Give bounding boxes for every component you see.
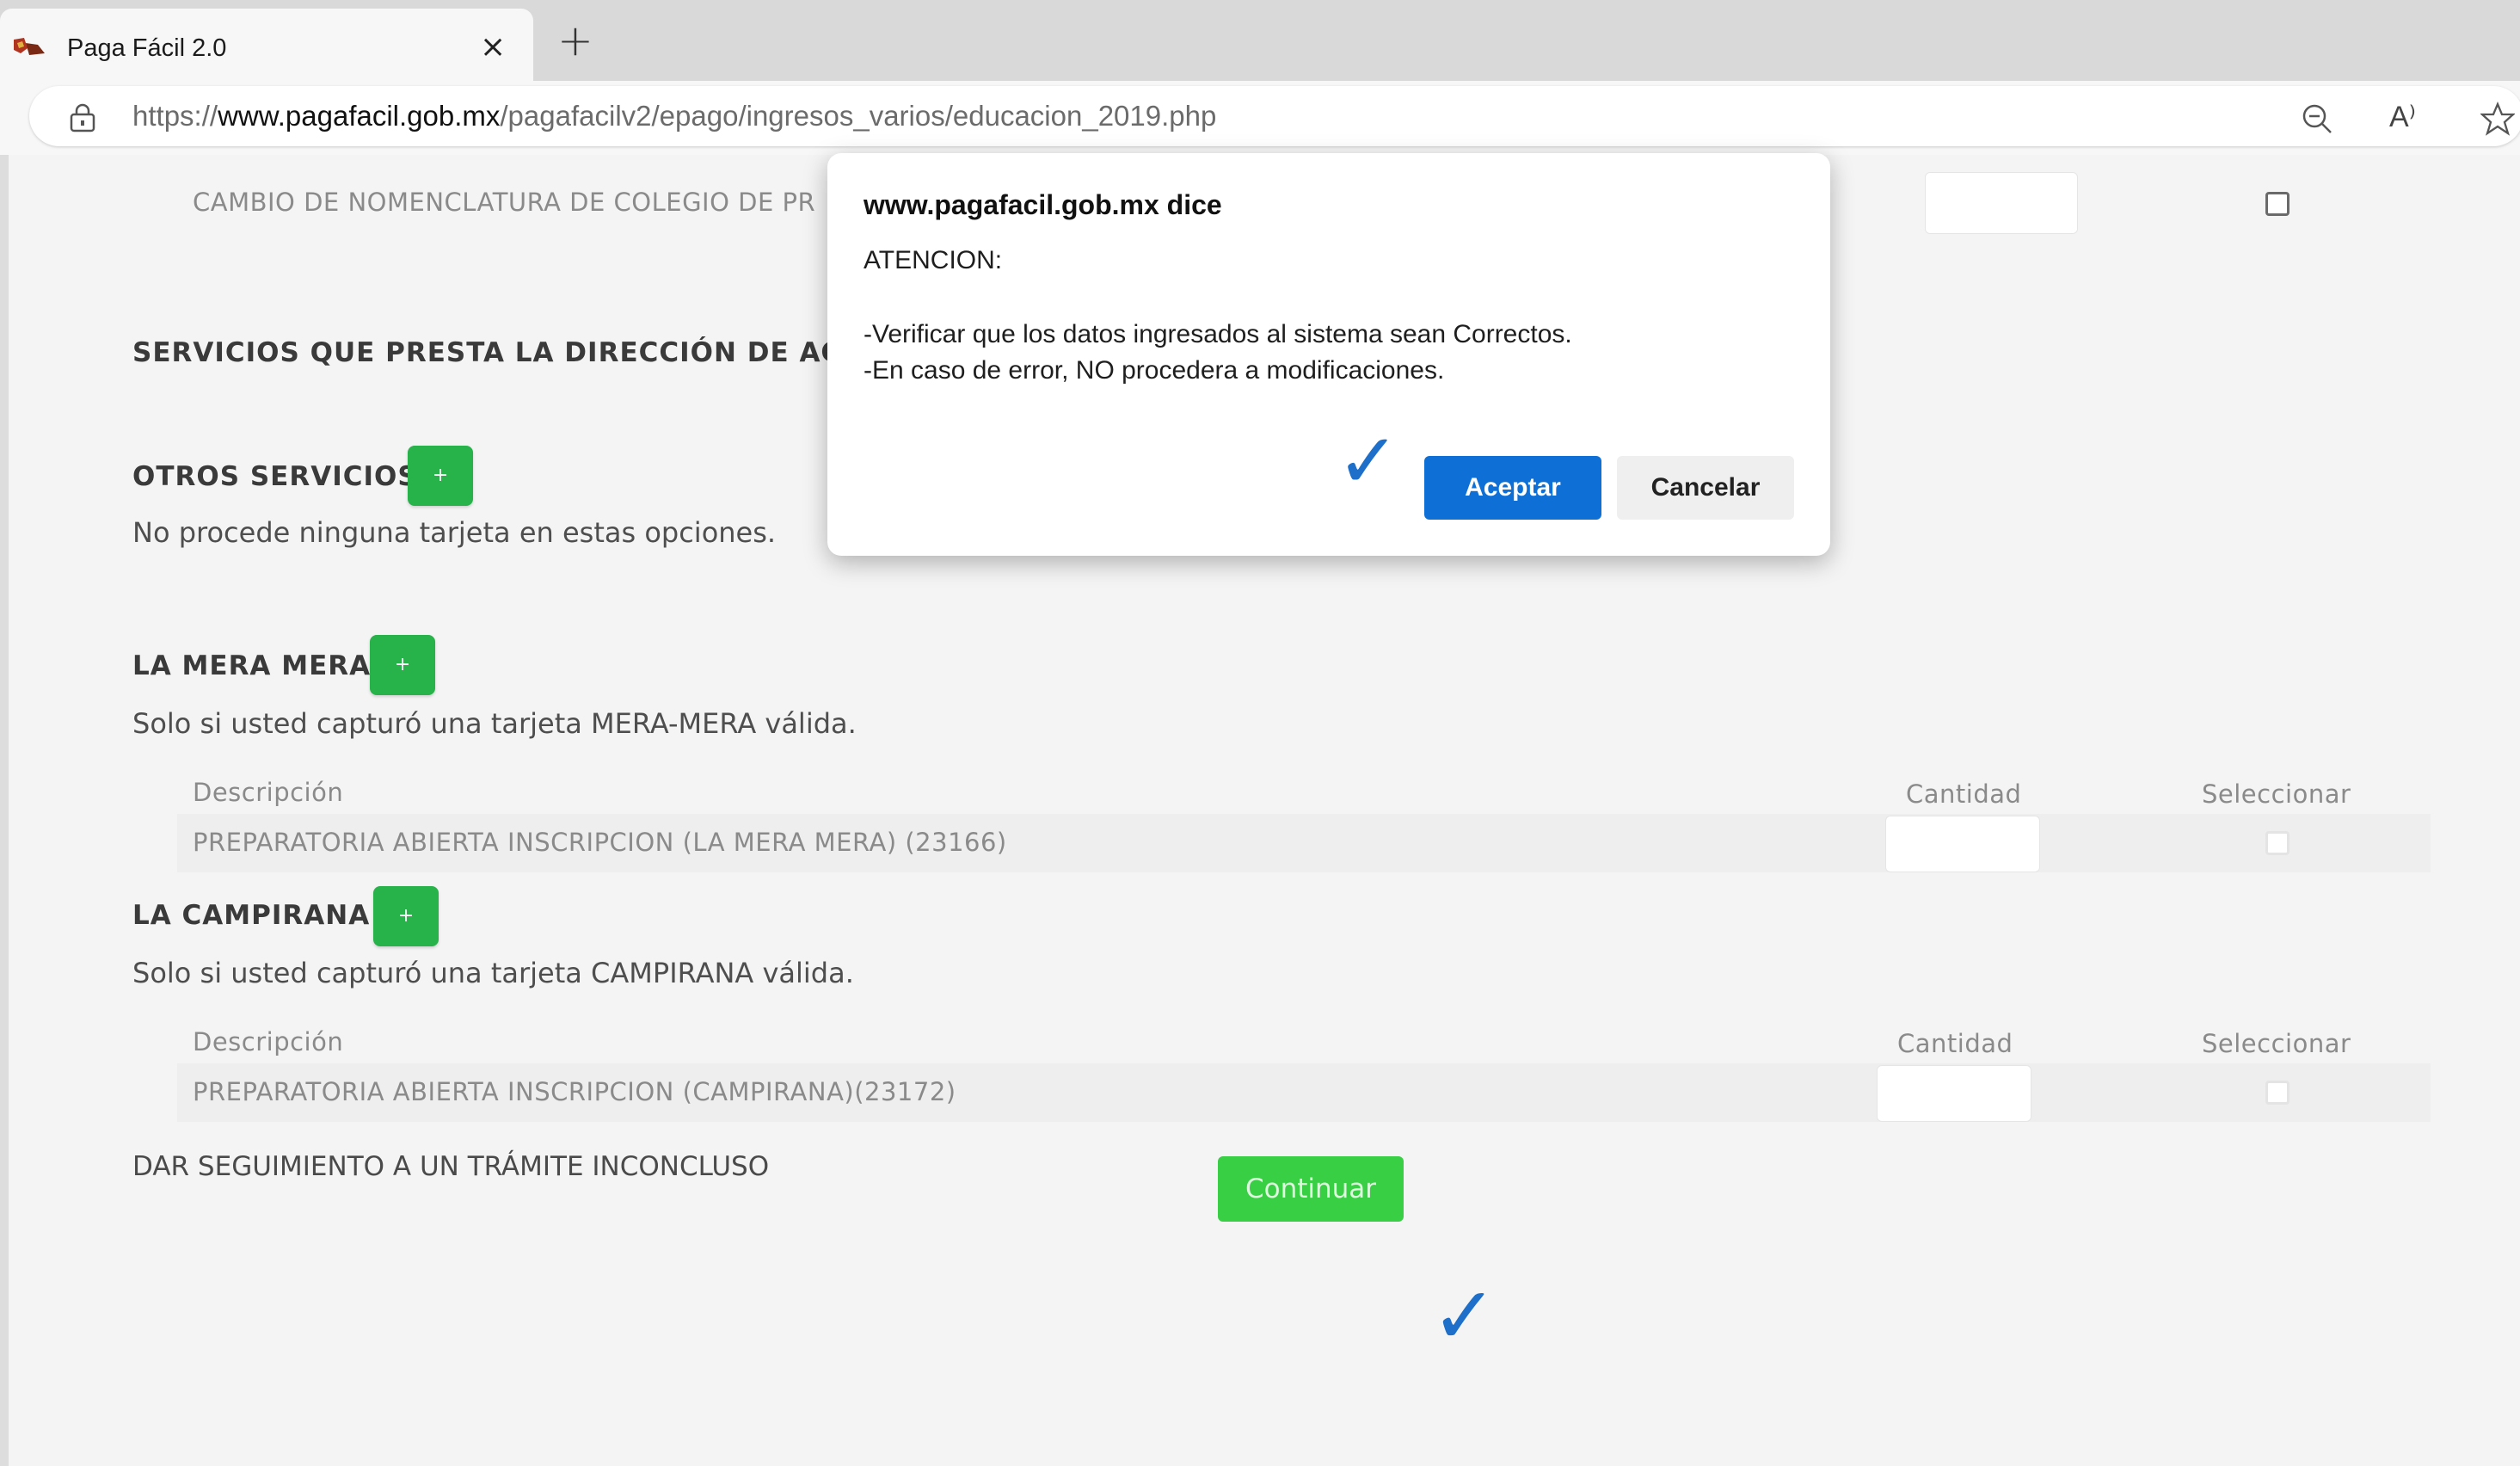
url-path: /pagafacilv2/epago/ingresos_varios/educa… [500, 100, 1217, 132]
mera-mera-col-seleccionar: Seleccionar [2202, 779, 2351, 809]
select-checkbox-campirana[interactable] [2265, 1081, 2290, 1105]
aceptar-button[interactable]: Aceptar [1424, 456, 1601, 520]
mera-mera-item: PREPARATORIA ABIERTA INSCRIPCION (LA MER… [193, 828, 1007, 857]
mera-mera-col-cantidad: Cantidad [1906, 779, 2022, 809]
lock-icon[interactable] [67, 103, 98, 132]
close-tab-icon[interactable]: × [480, 29, 506, 65]
dialog-line-atencion: ATENCION: [864, 246, 1003, 274]
otros-servicios-note: No procede ninguna tarjeta en estas opci… [132, 516, 777, 549]
checkmark-annotation-icon: ✓ [1431, 1270, 1498, 1362]
site-favicon-icon [14, 38, 45, 55]
browser-toolbar: https://www.pagafacil.gob.mx/pagafacilv2… [0, 81, 2520, 155]
campirana-col-cantidad: Cantidad [1897, 1029, 2013, 1058]
campirana-col-descripcion: Descripción [193, 1027, 344, 1056]
address-bar[interactable]: https://www.pagafacil.gob.mx/pagafacilv2… [29, 86, 2520, 146]
campirana-note: Solo si usted capturó una tarjeta CAMPIR… [132, 957, 854, 989]
campirana-item: PREPARATORIA ABIERTA INSCRIPCION (CAMPIR… [193, 1077, 956, 1106]
row-cambio-nomenclatura: CAMBIO DE NOMENCLATURA DE COLEGIO DE PR [193, 188, 816, 217]
new-tab-button[interactable]: + [557, 15, 593, 65]
tab-title: Paga Fácil 2.0 [67, 34, 227, 62]
mera-mera-note: Solo si usted capturó una tarjeta MERA-M… [132, 707, 857, 740]
select-checkbox-mera-mera[interactable] [2265, 831, 2290, 855]
cantidad-input-mera-mera[interactable] [1885, 816, 2040, 872]
campirana-add-button[interactable]: + [373, 886, 439, 946]
url-scheme: https:// [132, 100, 218, 132]
mera-mera-col-descripcion: Descripción [193, 778, 344, 807]
select-checkbox-cambio[interactable] [2265, 192, 2290, 216]
read-aloud-icon[interactable]: A⁾ [2389, 100, 2424, 134]
cantidad-input-cambio[interactable] [1925, 172, 2078, 234]
zoom-out-icon[interactable] [2300, 102, 2334, 136]
dialog-line-verificar: -Verificar que los datos ingresados al s… [864, 320, 1572, 348]
cancelar-button[interactable]: Cancelar [1617, 456, 1794, 520]
otros-servicios-add-button[interactable]: + [408, 446, 473, 506]
url-host: www.pagafacil.gob.mx [218, 100, 501, 132]
dialog-checkmark-annotation-icon: ✓ [1337, 416, 1400, 505]
cantidad-input-campirana[interactable] [1877, 1065, 2031, 1122]
continuar-button[interactable]: Continuar [1218, 1156, 1404, 1222]
dialog-title: www.pagafacil.gob.mx dice [864, 189, 1222, 220]
tab-strip: Paga Fácil 2.0 × + [0, 0, 2520, 81]
dialog-line-error: -En caso de error, NO procedera a modifi… [864, 356, 1445, 385]
confirm-dialog: www.pagafacil.gob.mx dice ATENCION: -Ver… [827, 153, 1830, 556]
url-text[interactable]: https://www.pagafacil.gob.mx/pagafacilv2… [132, 100, 1216, 132]
otros-servicios-title: OTROS SERVICIOS [132, 461, 418, 492]
servicios-section-title: SERVICIOS QUE PRESTA LA DIRECCIÓN DE ACR… [132, 337, 916, 368]
favorite-star-icon[interactable] [2480, 102, 2515, 136]
mera-mera-title: LA MERA MERA [132, 650, 372, 681]
campirana-col-seleccionar: Seleccionar [2202, 1029, 2351, 1058]
mera-mera-add-button[interactable]: + [370, 635, 435, 695]
campirana-title: LA CAMPIRANA [132, 900, 371, 931]
seguimiento-link[interactable]: DAR SEGUIMIENTO A UN TRÁMITE INCONCLUSO [132, 1151, 769, 1182]
browser-tab[interactable]: Paga Fácil 2.0 × [0, 9, 533, 81]
